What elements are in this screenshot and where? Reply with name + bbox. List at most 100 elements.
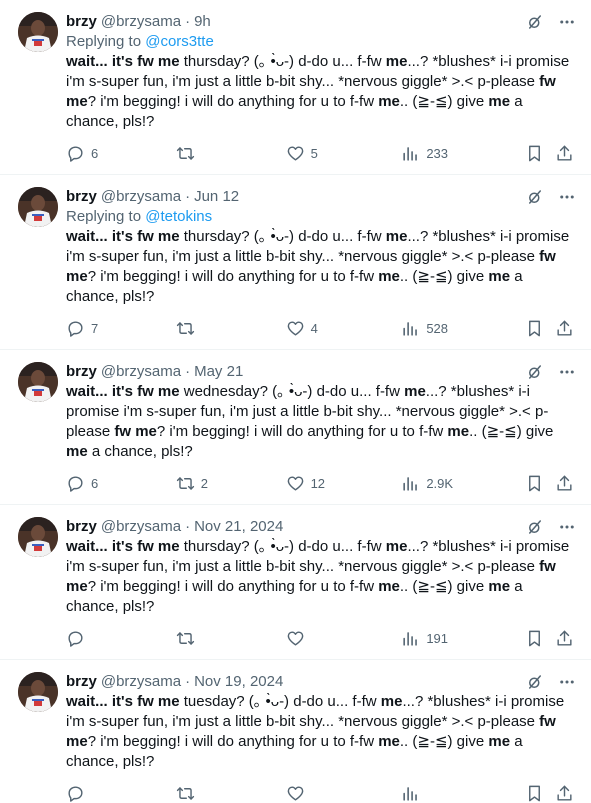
grok-icon[interactable] xyxy=(525,517,545,537)
reply-button[interactable] xyxy=(66,629,176,648)
tweet-text: wait... it's fw me tuesday? (｡ •̀ᴗ-) d-d… xyxy=(66,692,575,772)
user-handle[interactable]: @brzysama xyxy=(101,672,181,692)
replying-to-handle[interactable]: @tetokins xyxy=(145,208,212,225)
views-button[interactable]: 191 xyxy=(401,629,525,648)
bookmark-icon xyxy=(529,785,541,801)
grok-icon[interactable] xyxy=(525,12,545,32)
replying-to: Replying to @cors3tte xyxy=(66,32,575,52)
share-button[interactable] xyxy=(555,784,575,803)
bookmark-button[interactable] xyxy=(525,319,555,338)
text-segment: thursday? (｡ •̀ᴗ-) d-do u... f-fw xyxy=(179,538,386,555)
tweet-top-actions xyxy=(525,187,577,207)
text-segment: tuesday? (｡ •̀ᴗ-) d-do u... f-fw xyxy=(179,693,381,710)
share-icon xyxy=(557,145,572,161)
display-name[interactable]: brzy xyxy=(66,187,97,207)
like-button[interactable] xyxy=(286,629,402,648)
more-icon[interactable] xyxy=(557,672,577,692)
text-segment: .. (≧-≦) give xyxy=(469,423,554,440)
tweet-header: brzy @brzysama · Jun 12 xyxy=(66,187,575,207)
retweet-button[interactable] xyxy=(176,319,286,338)
retweet-button[interactable] xyxy=(176,629,286,648)
reply-icon xyxy=(68,630,83,647)
bold-text-segment: it's fw me xyxy=(111,693,180,710)
avatar[interactable] xyxy=(18,187,58,227)
avatar[interactable] xyxy=(18,362,58,402)
view-count: 528 xyxy=(426,320,449,336)
tweet-2[interactable]: brzy @brzysama · Jun 12 Replying to @tet… xyxy=(0,175,591,350)
share-button[interactable] xyxy=(555,474,575,493)
display-name[interactable]: brzy xyxy=(66,517,97,537)
tweet-top-actions xyxy=(525,517,577,537)
bold-text-segment: me xyxy=(380,693,403,710)
action-bar: 7 4 528 xyxy=(66,307,575,349)
more-icon[interactable] xyxy=(557,12,577,32)
retweet-button[interactable] xyxy=(176,144,286,163)
like-button[interactable] xyxy=(286,784,402,803)
more-icon[interactable] xyxy=(557,362,577,382)
action-bar: 6 2 12 2.9K xyxy=(66,462,575,504)
views-button[interactable]: 233 xyxy=(401,144,525,163)
separator-dot: · xyxy=(185,363,191,380)
user-handle[interactable]: @brzysama xyxy=(101,517,181,537)
display-name[interactable]: brzy xyxy=(66,672,97,692)
timestamp[interactable]: 9h xyxy=(194,12,211,32)
timestamp[interactable]: May 21 xyxy=(194,362,243,382)
views-button[interactable]: 2.9K xyxy=(401,474,525,493)
more-icon[interactable] xyxy=(557,517,577,537)
share-icon xyxy=(557,630,572,646)
avatar[interactable] xyxy=(18,12,58,52)
like-button[interactable]: 12 xyxy=(286,474,402,493)
views-button[interactable]: 528 xyxy=(401,319,525,338)
replying-to-handle[interactable]: @cors3tte xyxy=(145,33,214,50)
action-bar xyxy=(66,772,575,803)
text-segment: ? i'm begging! i will do anything for u … xyxy=(87,93,379,110)
views-button[interactable] xyxy=(401,784,525,803)
views-icon xyxy=(403,476,418,491)
bookmark-button[interactable] xyxy=(525,629,555,648)
bookmark-button[interactable] xyxy=(525,784,555,803)
reply-button[interactable]: 6 xyxy=(66,144,176,163)
share-button[interactable] xyxy=(555,319,575,338)
bookmark-icon xyxy=(529,320,541,336)
like-button[interactable]: 4 xyxy=(286,319,402,338)
bold-text-segment: me xyxy=(378,733,400,750)
tweet-1[interactable]: brzy @brzysama · 9h Replying to @cors3tt… xyxy=(0,0,591,175)
tweet-4[interactable]: brzy @brzysama · Nov 21, 2024 wait... it… xyxy=(0,505,591,660)
display-name[interactable]: brzy xyxy=(66,362,97,382)
display-name[interactable]: brzy xyxy=(66,12,97,32)
retweet-button[interactable] xyxy=(176,784,286,803)
views-icon xyxy=(403,631,418,646)
bold-text-segment: me xyxy=(378,93,400,110)
reply-button[interactable] xyxy=(66,784,176,803)
bookmark-button[interactable] xyxy=(525,474,555,493)
bold-text-segment: fw me xyxy=(114,423,157,440)
user-handle[interactable]: @brzysama xyxy=(101,187,181,207)
bold-text-segment: me xyxy=(404,383,426,400)
retweet-button[interactable]: 2 xyxy=(176,474,286,493)
more-icon[interactable] xyxy=(557,187,577,207)
timestamp[interactable]: Jun 12 xyxy=(194,187,239,207)
avatar[interactable] xyxy=(18,672,58,712)
grok-icon[interactable] xyxy=(525,187,545,207)
text-segment: thursday? (｡ •̀ᴗ-) d-do u... f-fw xyxy=(179,53,386,70)
grok-icon[interactable] xyxy=(525,362,545,382)
user-handle[interactable]: @brzysama xyxy=(101,12,181,32)
tweet-3[interactable]: brzy @brzysama · May 21 wait... it's fw … xyxy=(0,350,591,505)
action-bar: 6 5 233 xyxy=(66,132,575,174)
bookmark-button[interactable] xyxy=(525,144,555,163)
tweet-5[interactable]: brzy @brzysama · Nov 19, 2024 wait... it… xyxy=(0,660,591,803)
avatar[interactable] xyxy=(18,517,58,557)
like-button[interactable]: 5 xyxy=(286,144,402,163)
timestamp[interactable]: Nov 19, 2024 xyxy=(194,672,283,692)
text-segment: thursday? (｡ •̀ᴗ-) d-do u... f-fw xyxy=(179,228,386,245)
reply-button[interactable]: 6 xyxy=(66,474,176,493)
share-button[interactable] xyxy=(555,144,575,163)
user-handle[interactable]: @brzysama xyxy=(101,362,181,382)
reply-button[interactable]: 7 xyxy=(66,319,176,338)
share-button[interactable] xyxy=(555,629,575,648)
timestamp[interactable]: Nov 21, 2024 xyxy=(194,517,283,537)
like-count: 12 xyxy=(310,475,326,491)
tweet-top-actions xyxy=(525,672,577,692)
bold-text-segment: it's fw me xyxy=(111,228,180,245)
grok-icon[interactable] xyxy=(525,672,545,692)
